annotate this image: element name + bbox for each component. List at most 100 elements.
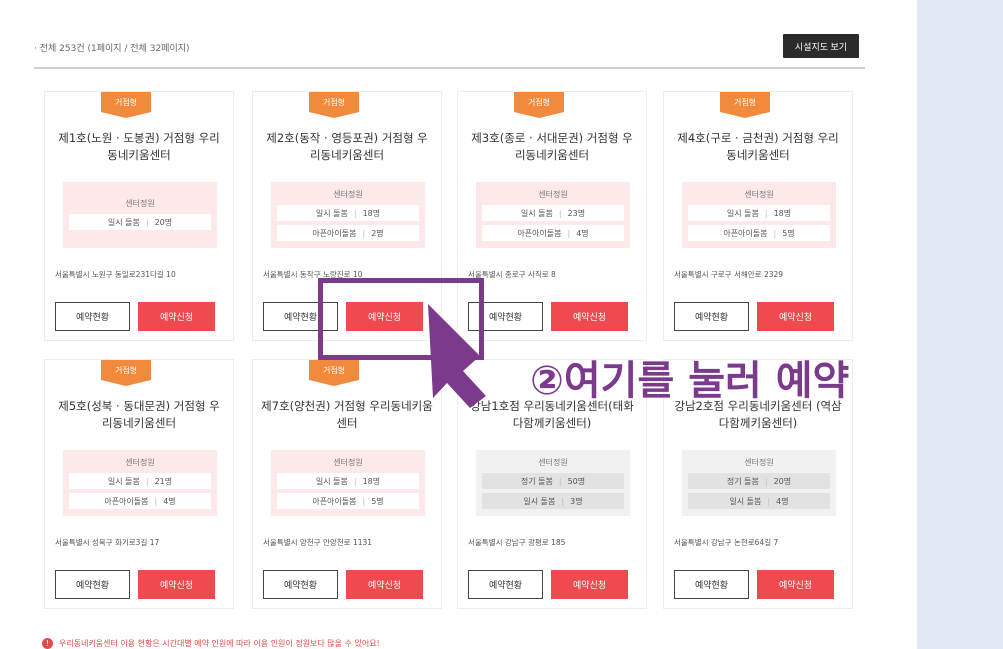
separator: | [145, 217, 149, 227]
capacity-value: 20명 [154, 217, 173, 227]
capacity-box: 센터정원 일시 돌봄 | 20명 [63, 182, 217, 248]
capacity-row: 아픈아이돌봄 | 5명 [688, 225, 830, 241]
capacity-label: 일시 돌봄 [315, 476, 348, 486]
capacity-row: 일시 돌봄 | 18명 [688, 205, 830, 221]
facility-map-button[interactable]: 시설지도 보기 [783, 34, 859, 58]
reserve-button[interactable]: 예약신청 [346, 570, 423, 599]
separator: | [362, 496, 366, 506]
capacity-title: 센터정원 [538, 458, 568, 467]
separator: | [353, 208, 357, 218]
capacity-label: 일시 돌봄 [729, 496, 762, 506]
divider [34, 67, 865, 69]
capacity-value: 2명 [371, 228, 384, 238]
center-title: 제4호(구로 · 금천권) 거점형 우리동네키움센터 [677, 131, 839, 162]
separator: | [561, 496, 565, 506]
center-card: 거점형제4호(구로 · 금천권) 거점형 우리동네키움센터센터정원일시 돌봄 | 1… [663, 91, 853, 341]
capacity-label: 일시 돌봄 [726, 208, 759, 218]
capacity-row: 정기 돌봄 | 20명 [688, 473, 830, 489]
capacity-row: 일시 돌봄 | 18명 [277, 473, 419, 489]
capacity-value: 5명 [371, 496, 384, 506]
highlight-box [318, 278, 484, 360]
notice-bar: ! 우리동네키움센터 이용 현황은 시간대별 예약 인원에 따라 이용 인원이 … [42, 638, 380, 649]
capacity-label: 일시 돌봄 [107, 217, 140, 227]
separator: | [558, 476, 562, 486]
type-badge: 거점형 [514, 92, 564, 118]
separator: | [764, 208, 768, 218]
type-badge: 거점형 [101, 92, 151, 118]
capacity-row: 일시 돌봄 | 18명 [277, 205, 419, 221]
center-address: 서울특별시 구로구 서해안로 2329 [674, 270, 784, 279]
reservation-status-button[interactable]: 예약현황 [55, 570, 130, 599]
capacity-label: 아픈아이돌봄 [104, 496, 149, 506]
capacity-box: 센터정원 일시 돌봄 | 18명 아픈아이돌봄 | 2명 [271, 182, 425, 248]
separator: | [567, 228, 571, 238]
center-title: 제5호(성북 · 동대문권) 거점형 우리동네키움센터 [58, 399, 220, 430]
capacity-row: 일시 돌봄 | 23명 [482, 205, 624, 221]
capacity-title: 센터정원 [333, 190, 363, 199]
capacity-label: 일시 돌봄 [107, 476, 140, 486]
reservation-status-button[interactable]: 예약현황 [674, 302, 749, 331]
center-card: 거점형 제7호(양천권) 거점형 우리동네키움센터 센터정원 일시 돌봄 | 18명 아픈아… [252, 359, 442, 609]
separator: | [145, 476, 149, 486]
capacity-label: 정기 돌봄 [520, 476, 553, 486]
center-title: 제7호(양천권) 거점형 우리동네키움센터 [261, 399, 433, 430]
center-address: 서울특별시 양천구 안양천로 1131 [263, 538, 373, 547]
capacity-row: 아픈아이돌봄 | 4명 [69, 493, 211, 509]
capacity-value: 4명 [776, 496, 789, 506]
capacity-value: 5명 [782, 228, 795, 238]
separator: | [558, 208, 562, 218]
capacity-value: 18명 [362, 208, 381, 218]
capacity-label: 일시 돌봄 [520, 208, 553, 218]
capacity-value: 21명 [154, 476, 173, 486]
capacity-row: 아픈아이돌봄 | 4명 [482, 225, 624, 241]
capacity-row: 아픈아이돌봄 | 2명 [277, 225, 419, 241]
capacity-box: 센터정원 정기 돌봄 | 20명 일시 돌봄 | 4명 [682, 450, 836, 516]
capacity-box: 센터정원 정기 돌봄 | 50명 일시 돌봄 | 3명 [476, 450, 630, 516]
center-title: 제1호(노원 · 도봉권) 거점형 우리동네키움센터 [58, 131, 220, 162]
capacity-value: 3명 [570, 496, 583, 506]
reservation-status-button[interactable]: 예약현황 [263, 570, 338, 599]
reserve-button[interactable]: 예약신청 [757, 570, 834, 599]
center-card: 거점형 제3호(종로 · 서대문권) 거점형 우리동네키움센터 센터정원 일시 돌봄 |… [457, 91, 647, 341]
capacity-box: 센터정원 일시 돌봄 | 18명 아픈아이돌봄 | 5명 [271, 450, 425, 516]
type-badge: 거점형 [309, 360, 359, 386]
reserve-button[interactable]: 예약신청 [138, 570, 215, 599]
capacity-row: 일시 돌봄 | 3명 [482, 493, 624, 509]
center-title: 제2호(동작 · 영등포권) 거점형 우리동네키움센터 [266, 131, 428, 162]
center-address: 서울특별시 강남구 광평로 185 [468, 538, 566, 547]
capacity-title: 센터정원 [744, 190, 774, 199]
capacity-row: 일시 돌봄 | 20명 [69, 214, 211, 230]
type-badge: 거점형 [720, 92, 770, 118]
separator: | [767, 496, 771, 506]
reservation-status-button[interactable]: 예약현황 [55, 302, 130, 331]
center-card: 거점형 제5호(성북 · 동대문권) 거점형 우리동네키움센터 센터정원 일시 돌봄 |… [44, 359, 234, 609]
capacity-value: 20명 [773, 476, 792, 486]
reserve-button[interactable]: 예약신청 [757, 302, 834, 331]
capacity-value: 50명 [567, 476, 586, 486]
capacity-label: 아픈아이돌봄 [723, 228, 768, 238]
reserve-button[interactable]: 예약신청 [138, 302, 215, 331]
capacity-value: 18명 [773, 208, 792, 218]
alert-icon: ! [42, 638, 53, 649]
capacity-title: 센터정원 [744, 458, 774, 467]
center-title: 제3호(종로 · 서대문권) 거점형 우리동네키움센터 [471, 131, 633, 162]
capacity-value: 23명 [567, 208, 586, 218]
capacity-box: 센터정원일시 돌봄 | 18명아픈아이돌봄 | 5명 [682, 182, 836, 248]
reservation-status-button[interactable]: 예약현황 [674, 570, 749, 599]
separator: | [764, 476, 768, 486]
separator: | [773, 228, 777, 238]
separator: | [154, 496, 158, 506]
capacity-title: 센터정원 [333, 458, 363, 467]
reservation-status-button[interactable]: 예약현황 [468, 570, 543, 599]
center-address: 서울특별시 노원구 동일로231다길 10 [55, 270, 176, 279]
separator: | [362, 228, 366, 238]
capacity-row: 일시 돌봄 | 4명 [688, 493, 830, 509]
type-badge: 거점형 [309, 92, 359, 118]
center-address: 서울특별시 성북구 화기로3길 17 [55, 538, 160, 547]
capacity-label: 아픈아이돌봄 [517, 228, 562, 238]
annotation-text: ②여기를 눌러 예약 [530, 358, 850, 404]
reserve-button[interactable]: 예약신청 [551, 302, 628, 331]
capacity-value: 4명 [576, 228, 589, 238]
reserve-button[interactable]: 예약신청 [551, 570, 628, 599]
type-badge: 거점형 [101, 360, 151, 386]
